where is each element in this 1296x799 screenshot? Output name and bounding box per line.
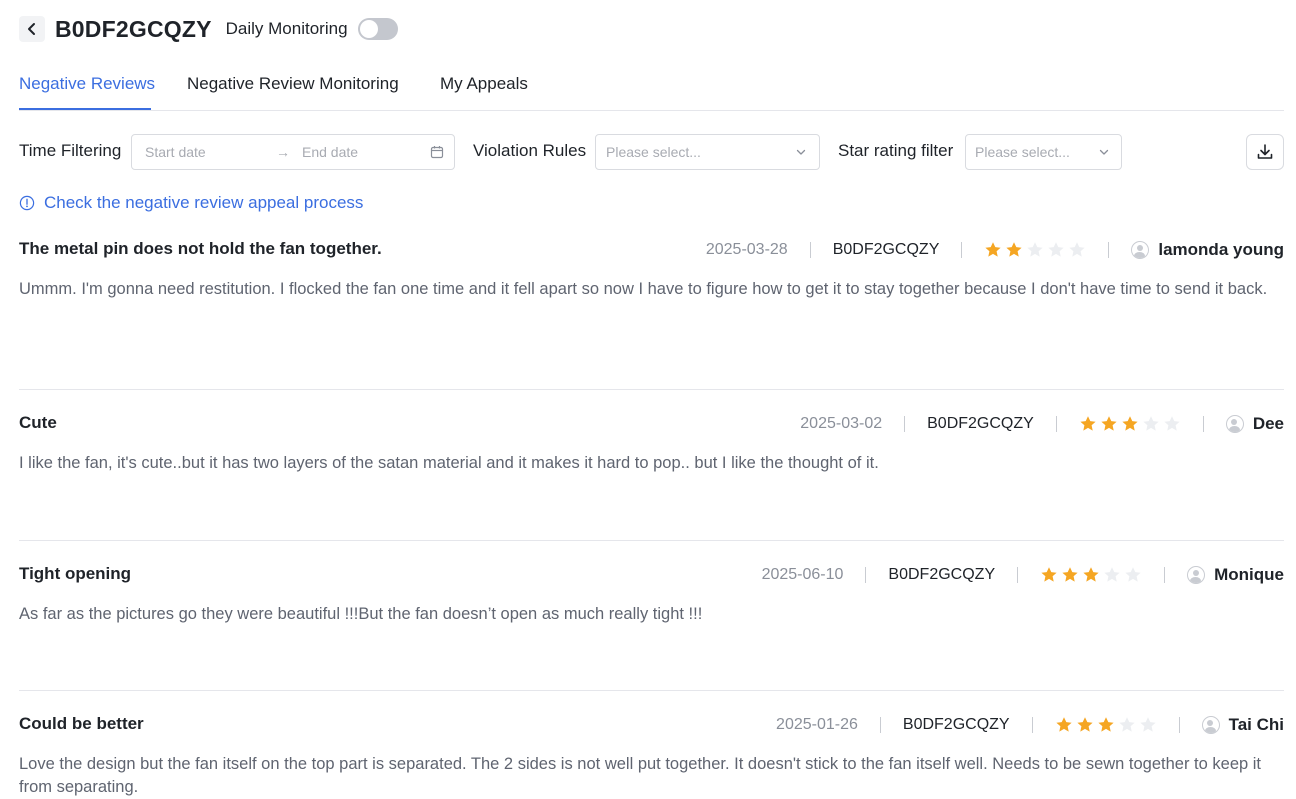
avatar-icon: [1225, 415, 1244, 433]
review-body: I like the fan, it's cute..but it has tw…: [19, 454, 879, 472]
star-empty-icon: [1069, 242, 1085, 257]
star-empty-icon: [1164, 416, 1180, 431]
tab-bar: Negative Reviews Negative Review Monitor…: [19, 62, 1284, 111]
chevron-left-icon: [28, 23, 35, 35]
review-title: Cute: [19, 413, 57, 432]
meta-divider: [1055, 416, 1057, 432]
back-button[interactable]: [19, 16, 45, 42]
star-empty-icon: [1027, 242, 1043, 257]
star-empty-icon: [1143, 416, 1159, 431]
review-author: lamonda young: [1158, 240, 1284, 259]
review-title: Tight opening: [19, 564, 132, 583]
star-filled-icon: [1006, 242, 1022, 257]
meta-divider: [865, 567, 867, 583]
filter-bar: Time Filtering Start date → End date Vio…: [19, 134, 1284, 170]
avatar-icon: [1131, 241, 1150, 259]
meta-divider: [1202, 416, 1204, 432]
tab-my-appeals[interactable]: My Appeals: [440, 74, 528, 94]
avatar-icon: [1201, 716, 1220, 734]
review-meta: 2025-01-26 B0DF2GCQZY Tai Chi: [776, 714, 1284, 736]
review-meta: 2025-06-10 B0DF2GCQZY Monique: [762, 564, 1284, 586]
tab-negative-reviews[interactable]: Negative Reviews: [19, 74, 155, 94]
daily-monitoring-label: Daily Monitoring: [225, 19, 348, 38]
download-button[interactable]: [1246, 134, 1284, 170]
review-asin: B0DF2GCQZY: [888, 566, 996, 583]
review-divider: [19, 540, 1284, 541]
star-rating: [984, 241, 1086, 259]
star-rating-placeholder: Please select...: [975, 144, 1070, 160]
star-filled-icon: [1097, 717, 1114, 732]
review-divider: [19, 690, 1284, 691]
review-date: 2025-06-10: [761, 566, 844, 583]
star-filled-icon: [1076, 717, 1093, 732]
avatar-icon: [1187, 566, 1206, 584]
star-empty-icon: [1104, 567, 1120, 582]
page-header: B0DF2GCQZY Daily Monitoring: [19, 14, 398, 44]
star-empty-icon: [1139, 717, 1156, 732]
toggle-knob: [359, 20, 378, 38]
meta-divider: [1017, 567, 1019, 583]
active-tab-indicator: [19, 108, 151, 110]
meta-divider: [809, 242, 811, 258]
download-icon: [1257, 144, 1273, 159]
meta-divider: [961, 242, 963, 258]
star-filled-icon: [1062, 567, 1078, 582]
review-asin: B0DF2GCQZY: [832, 241, 940, 258]
range-arrow-icon: →: [276, 144, 290, 160]
meta-divider: [879, 717, 881, 733]
star-rating: [1079, 415, 1181, 433]
star-rating-select[interactable]: Please select...: [965, 134, 1122, 170]
end-date-input[interactable]: End date: [302, 144, 358, 160]
review-title: Could be better: [19, 714, 144, 733]
info-icon: [19, 195, 35, 211]
star-rating-filter-label: Star rating filter: [838, 141, 954, 160]
violation-rules-label: Violation Rules: [473, 141, 587, 160]
review-asin: B0DF2GCQZY: [902, 716, 1010, 733]
star-empty-icon: [1048, 242, 1064, 257]
date-range-picker[interactable]: Start date → End date: [131, 134, 455, 170]
star-filled-icon: [1080, 416, 1096, 431]
time-filter-label: Time Filtering: [19, 141, 122, 160]
star-filled-icon: [985, 242, 1001, 257]
star-rating: [1040, 566, 1142, 584]
review-title: The metal pin does not hold the fan toge…: [19, 239, 382, 258]
chevron-down-icon: [796, 149, 806, 155]
review-author: Tai Chi: [1228, 715, 1284, 734]
review-author: Dee: [1252, 414, 1284, 433]
daily-monitoring-toggle[interactable]: [357, 18, 398, 40]
start-date-input[interactable]: Start date: [145, 144, 206, 160]
star-filled-icon: [1055, 717, 1072, 732]
calendar-icon: [430, 146, 444, 159]
star-filled-icon: [1041, 567, 1057, 582]
meta-divider: [904, 416, 906, 432]
appeal-process-link-text[interactable]: Check the negative review appeal process: [44, 193, 363, 213]
star-empty-icon: [1125, 567, 1141, 582]
star-rating: [1055, 716, 1157, 734]
review-date: 2025-03-28: [705, 241, 788, 258]
review-body: Love the design but the fan itself on th…: [19, 755, 1262, 796]
review-meta: 2025-03-02 B0DF2GCQZY Dee: [800, 413, 1284, 435]
page-title: B0DF2GCQZY: [55, 15, 212, 42]
violation-rules-select[interactable]: Please select...: [595, 134, 820, 170]
review-meta: 2025-03-28 B0DF2GCQZY lamonda young: [706, 239, 1284, 261]
star-filled-icon: [1122, 416, 1138, 431]
meta-divider: [1164, 567, 1166, 583]
review-author: Monique: [1214, 565, 1284, 584]
meta-divider: [1031, 717, 1033, 733]
meta-divider: [1108, 242, 1110, 258]
violation-rules-placeholder: Please select...: [606, 144, 701, 160]
tab-negative-review-monitoring[interactable]: Negative Review Monitoring: [187, 74, 399, 94]
star-filled-icon: [1083, 567, 1099, 582]
review-date: 2025-03-02: [800, 415, 883, 432]
review-body: As far as the pictures go they were beau…: [19, 605, 703, 623]
meta-divider: [1178, 717, 1180, 733]
review-body: Ummm. I'm gonna need restitution. I floc…: [19, 280, 1268, 298]
review-asin: B0DF2GCQZY: [927, 415, 1034, 432]
appeal-process-link[interactable]: Check the negative review appeal process: [19, 193, 363, 213]
star-empty-icon: [1118, 717, 1135, 732]
review-divider: [19, 389, 1284, 390]
chevron-down-icon: [1099, 149, 1109, 155]
star-filled-icon: [1101, 416, 1117, 431]
review-date: 2025-01-26: [776, 716, 858, 733]
